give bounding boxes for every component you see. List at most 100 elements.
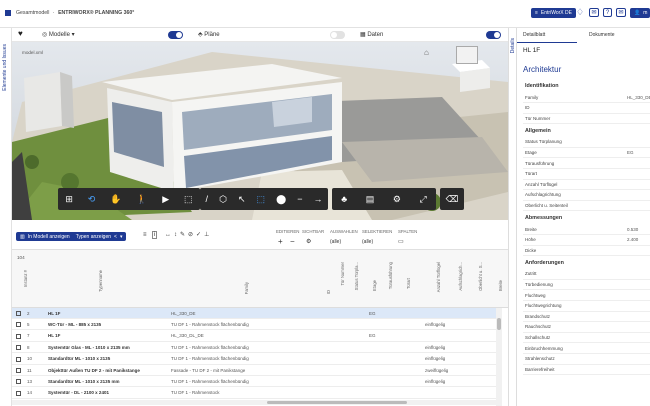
row-checkbox[interactable] <box>16 333 21 339</box>
table-row[interactable]: 8 Systemtür Glas - ML - 1010 x 2135 mm T… <box>12 342 496 354</box>
table-row[interactable]: 14 Systemtür - DL - 2100 x 2401 TU DF 1 … <box>12 388 496 399</box>
visibility-gear-icon[interactable]: ⚙ <box>306 238 311 245</box>
table-row[interactable]: 5 WC-Tür - ML - 885 x 2135 TU DF 1 - Rah… <box>12 319 496 331</box>
section-box-icon[interactable]: ⬚ <box>257 194 266 205</box>
row-checkbox[interactable] <box>16 379 21 385</box>
header-floor[interactable]: Etage <box>372 280 377 291</box>
minus-icon[interactable]: − <box>297 194 302 204</box>
header-status[interactable]: Status Türpla... <box>354 262 359 290</box>
property-value[interactable]: 2.400 <box>627 237 638 242</box>
view-cube-icon[interactable] <box>456 46 478 64</box>
vertical-scrollbar[interactable] <box>496 308 502 406</box>
breadcrumb-root[interactable]: Gesamtmodell <box>16 10 49 16</box>
property-row[interactable]: Zutritt <box>523 269 650 280</box>
grid-menu-icon[interactable]: ⊞ <box>65 194 73 205</box>
table-row[interactable]: 2 HL 1F HL_330_DE EG <box>12 308 496 319</box>
property-row[interactable]: Breite 0.530 <box>523 224 650 235</box>
property-row[interactable]: Tür Nummer <box>523 113 650 125</box>
property-row[interactable]: Aufschlagrichtung <box>523 190 650 201</box>
edit-tools[interactable]: ↔↕✎⊘✓⊥ <box>165 231 212 238</box>
row-checkbox[interactable] <box>16 322 21 328</box>
property-row[interactable]: Etage EG <box>523 147 650 159</box>
apps-grid-icon[interactable] <box>5 10 11 16</box>
property-row[interactable]: Höhe 2.400 <box>523 235 650 246</box>
select-all-dropdown[interactable]: (alle) <box>330 239 341 245</box>
minus-icon[interactable]: − <box>290 237 295 246</box>
property-row[interactable]: Rauchschutz <box>523 322 650 333</box>
tab-documents[interactable]: Dokumente <box>589 32 615 38</box>
property-row[interactable]: Status Türplanung <box>523 137 650 148</box>
walk-icon[interactable]: 🚶 <box>136 194 147 205</box>
selected-dropdown[interactable]: (alle) <box>362 239 373 245</box>
row-checkbox[interactable] <box>16 345 21 351</box>
property-row[interactable]: Fluchtwegrichtung <box>523 301 650 312</box>
table-row[interactable]: 11 Objekttür Außen TU DF 2 - mit Panikst… <box>12 365 496 376</box>
measure-icon[interactable]: / <box>206 194 209 204</box>
property-row[interactable]: Einbruchhemmung <box>523 343 650 354</box>
breadcrumb-app[interactable]: ENTRIWORX® PLANNING 360° <box>58 10 134 16</box>
row-checkbox[interactable] <box>16 311 21 316</box>
table-row[interactable]: 7 HL 1F HL_330_DL_DE EG <box>12 331 496 342</box>
show-in-model-button[interactable]: ▥ In Modell anzeigen Typen anzeigen < ▾ <box>16 232 127 241</box>
property-value[interactable]: HL_330_DE <box>627 95 650 100</box>
user-avatar[interactable]: 👤 m <box>630 8 650 18</box>
header-type[interactable]: Typenname <box>98 270 103 292</box>
plus-icon[interactable]: + <box>278 237 283 246</box>
fit-view-icon[interactable]: ⬚ <box>184 194 193 205</box>
mail-icon[interactable]: ✉ <box>589 8 599 17</box>
property-row[interactable]: Schallschutz <box>523 332 650 344</box>
scrollbar-thumb[interactable] <box>267 401 407 404</box>
property-row[interactable]: Fluchtweg <box>523 290 650 301</box>
property-row[interactable]: Türart <box>523 169 650 180</box>
data-toggle[interactable] <box>486 31 501 39</box>
help-icon[interactable]: ? <box>603 8 612 17</box>
elements-issues-tab[interactable]: Elemente und Issues <box>2 44 8 91</box>
property-row[interactable]: ID <box>523 103 650 114</box>
row-checkbox[interactable] <box>16 390 21 396</box>
property-row[interactable]: Türbedienung <box>523 279 650 291</box>
model-tree-icon[interactable]: ♣ <box>341 194 347 204</box>
user-account-button[interactable]: ≡ EntriWorX DE <box>531 8 576 18</box>
header-leaf-count[interactable]: Anzahl Türflügel <box>436 262 441 292</box>
info-icon[interactable]: i <box>152 231 158 239</box>
property-value[interactable]: 0.530 <box>627 227 638 232</box>
row-checkbox[interactable] <box>16 356 21 362</box>
tab-details[interactable]: Detailblatt <box>523 32 545 38</box>
settings-gear-icon[interactable]: ⚙ <box>393 194 401 205</box>
header-family[interactable]: Family <box>244 282 249 294</box>
properties-icon[interactable]: ▤ <box>366 194 375 205</box>
scrollbar-thumb[interactable] <box>497 318 501 330</box>
header-id[interactable]: ID <box>326 290 331 294</box>
property-row[interactable]: Anzahl Türflügel <box>523 179 650 191</box>
header-door-number[interactable]: Tür Nummer <box>340 262 345 286</box>
property-row[interactable]: Türausführung <box>523 158 650 169</box>
fullscreen-icon[interactable]: ⤢ <box>419 194 426 205</box>
columns-icon[interactable]: ▭ <box>398 238 404 245</box>
list-icon[interactable]: ≡ <box>143 232 147 238</box>
property-row[interactable]: Dicke <box>523 245 650 257</box>
models-toggle[interactable] <box>168 31 183 39</box>
row-checkbox[interactable] <box>16 368 21 373</box>
explode-icon[interactable]: ⬤ <box>276 194 286 205</box>
inbox-icon[interactable]: ✉ <box>616 8 626 17</box>
details-tab[interactable]: Details <box>510 38 516 53</box>
arrow-right-icon[interactable]: → <box>313 194 322 204</box>
section-icon[interactable]: ⬡ <box>219 194 227 205</box>
header-door-execution[interactable]: Türausführung <box>388 262 393 289</box>
table-row[interactable]: 10 Standardtür ML - 1010 x 2135 TU DF 1 … <box>12 354 496 365</box>
eraser-icon[interactable]: ⌫ <box>446 194 459 205</box>
property-row[interactable]: Strahlenschutz <box>523 354 650 365</box>
property-row[interactable]: Family HL_330_DE <box>523 92 650 103</box>
favorite-heart-icon[interactable]: ♥ <box>18 29 23 38</box>
markup-icon[interactable]: ↖ <box>238 194 246 205</box>
table-row[interactable]: 13 Standardtür ML - 1010 x 2135 mm TU DF… <box>12 376 496 388</box>
horizontal-scrollbar[interactable] <box>12 400 496 405</box>
header-transom[interactable]: Oberlicht u. S... <box>478 262 483 291</box>
property-value[interactable]: EG <box>627 150 634 155</box>
header-door-type[interactable]: Türart <box>406 278 411 289</box>
header-instance[interactable]: Instanz # <box>23 270 28 287</box>
property-row[interactable]: Brandschutz <box>523 311 650 323</box>
camera-icon[interactable]: ▶ <box>162 194 169 205</box>
notification-bell-icon[interactable]: ♢ <box>576 7 584 18</box>
header-swing[interactable]: Aufschlagrich... <box>458 262 463 291</box>
